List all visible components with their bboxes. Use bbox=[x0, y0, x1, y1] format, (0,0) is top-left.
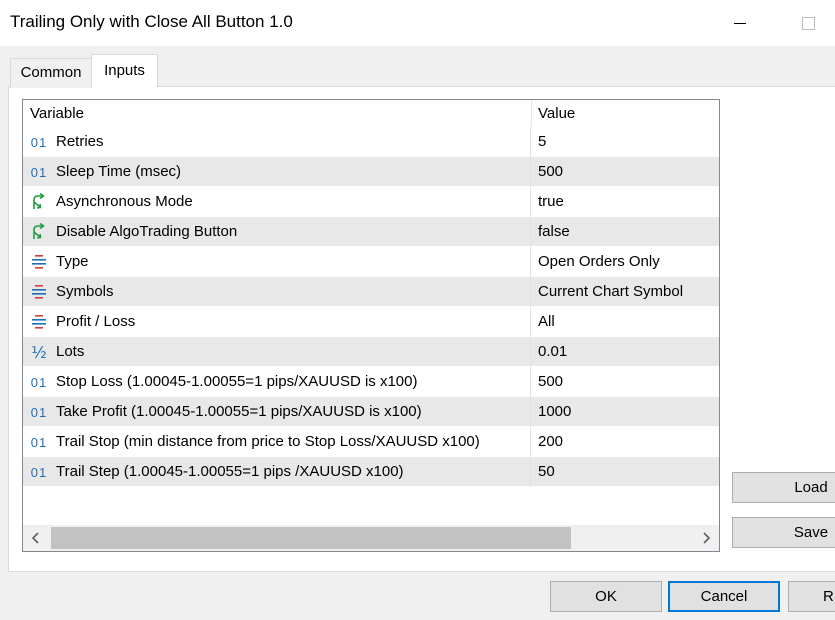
variable-label: Profit / Loss bbox=[56, 313, 136, 330]
variable-cell: 01 Take Profit (1.00045-1.00055=1 pips/XA… bbox=[23, 397, 531, 427]
int-icon: 01 bbox=[30, 404, 48, 420]
variable-cell: Profit / Loss bbox=[23, 307, 531, 337]
title-bar: Trailing Only with Close All Button 1.0 bbox=[0, 0, 835, 46]
table-row[interactable]: 01 Take Profit (1.00045-1.00055=1 pips/XA… bbox=[23, 397, 719, 427]
scroll-left-icon[interactable] bbox=[23, 525, 49, 551]
int-icon: 01 bbox=[30, 464, 48, 480]
bool-icon bbox=[30, 223, 48, 241]
variable-cell: 01 Retries bbox=[23, 127, 531, 157]
cancel-button[interactable]: Cancel bbox=[668, 581, 780, 612]
variable-label: Lots bbox=[56, 343, 85, 360]
variable-label: Asynchronous Mode bbox=[56, 193, 193, 210]
enum-icon bbox=[30, 283, 48, 301]
variable-label: Symbols bbox=[56, 283, 114, 300]
column-header-value[interactable]: Value bbox=[538, 100, 575, 128]
variable-cell: ½ Lots bbox=[23, 337, 531, 367]
value-cell[interactable]: 50 bbox=[538, 457, 555, 487]
bool-icon bbox=[30, 193, 48, 211]
variable-cell: Asynchronous Mode bbox=[23, 187, 531, 217]
variable-cell: Disable AlgoTrading Button bbox=[23, 217, 531, 247]
int-icon: 01 bbox=[30, 434, 48, 450]
reset-button[interactable]: R bbox=[788, 581, 835, 612]
minimize-button[interactable] bbox=[718, 6, 762, 40]
table-row[interactable]: ½ Lots 0.01 bbox=[23, 337, 719, 367]
double-icon: ½ bbox=[31, 342, 47, 362]
maximize-button[interactable] bbox=[786, 6, 830, 40]
enum-icon bbox=[30, 313, 48, 331]
ok-button[interactable]: OK bbox=[550, 581, 662, 612]
maximize-icon bbox=[801, 16, 815, 30]
tab-inputs[interactable]: Inputs bbox=[91, 54, 158, 87]
save-button[interactable]: Save bbox=[732, 517, 835, 548]
value-cell[interactable]: All bbox=[538, 307, 555, 337]
table-row[interactable]: 01 Sleep Time (msec) 500 bbox=[23, 157, 719, 187]
value-cell[interactable]: true bbox=[538, 187, 564, 217]
value-cell[interactable]: 5 bbox=[538, 127, 546, 157]
grid-rows: 01 Retries 5 01 Sleep Time (msec) 500 Asynchro… bbox=[23, 127, 719, 487]
value-cell[interactable]: 200 bbox=[538, 427, 563, 457]
enum-icon bbox=[30, 253, 48, 271]
table-row[interactable]: Symbols Current Chart Symbol bbox=[23, 277, 719, 307]
table-row[interactable]: Type Open Orders Only bbox=[23, 247, 719, 277]
value-cell[interactable]: 500 bbox=[538, 157, 563, 187]
variable-label: Trail Stop (min distance from price to S… bbox=[56, 433, 480, 450]
table-row[interactable]: Disable AlgoTrading Button false bbox=[23, 217, 719, 247]
value-cell[interactable]: Current Chart Symbol bbox=[538, 277, 683, 307]
value-cell[interactable]: false bbox=[538, 217, 570, 247]
variable-cell: Symbols bbox=[23, 277, 531, 307]
column-header-variable[interactable]: Variable bbox=[30, 100, 84, 128]
table-row[interactable]: 01 Stop Loss (1.00045-1.00055=1 pips/XAUU… bbox=[23, 367, 719, 397]
variable-cell: 01 Trail Stop (min distance from price to… bbox=[23, 427, 531, 457]
grid-header: Variable Value bbox=[23, 100, 719, 128]
int-icon: 01 bbox=[30, 374, 48, 390]
table-row[interactable]: 01 Trail Step (1.00045-1.00055=1 pips /XA… bbox=[23, 457, 719, 487]
scroll-right-icon[interactable] bbox=[693, 525, 719, 551]
minimize-icon bbox=[734, 22, 746, 24]
window-title: Trailing Only with Close All Button 1.0 bbox=[10, 12, 293, 31]
column-divider[interactable] bbox=[531, 100, 532, 128]
value-cell[interactable]: Open Orders Only bbox=[538, 247, 660, 277]
load-button[interactable]: Load bbox=[732, 472, 835, 503]
variable-cell: 01 Stop Loss (1.00045-1.00055=1 pips/XAUU… bbox=[23, 367, 531, 397]
variable-label: Sleep Time (msec) bbox=[56, 163, 182, 180]
table-row[interactable]: Profit / Loss All bbox=[23, 307, 719, 337]
dialog-window: Trailing Only with Close All Button 1.0 … bbox=[0, 0, 835, 620]
int-icon: 01 bbox=[30, 134, 48, 150]
tab-common[interactable]: Common bbox=[10, 58, 92, 88]
value-cell[interactable]: 1000 bbox=[538, 397, 571, 427]
variable-label: Disable AlgoTrading Button bbox=[56, 223, 238, 240]
horizontal-scrollbar[interactable] bbox=[23, 525, 719, 551]
value-cell[interactable]: 0.01 bbox=[538, 337, 567, 367]
table-row[interactable]: 01 Trail Stop (min distance from price to… bbox=[23, 427, 719, 457]
variable-label: Take Profit (1.00045-1.00055=1 pips/XAUU… bbox=[56, 403, 422, 420]
variable-cell: 01 Sleep Time (msec) bbox=[23, 157, 531, 187]
variable-label: Trail Step (1.00045-1.00055=1 pips /XAUU… bbox=[56, 463, 404, 480]
scrollbar-thumb[interactable] bbox=[51, 527, 571, 549]
table-row[interactable]: Asynchronous Mode true bbox=[23, 187, 719, 217]
inputs-grid: Variable Value 01 Retries 5 01 Sleep Time (m… bbox=[22, 99, 720, 552]
variable-label: Stop Loss (1.00045-1.00055=1 pips/XAUUSD… bbox=[56, 373, 418, 390]
int-icon: 01 bbox=[30, 164, 48, 180]
variable-label: Retries bbox=[56, 133, 104, 150]
variable-cell: Type bbox=[23, 247, 531, 277]
table-row[interactable]: 01 Retries 5 bbox=[23, 127, 719, 157]
value-cell[interactable]: 500 bbox=[538, 367, 563, 397]
variable-label: Type bbox=[56, 253, 89, 270]
variable-cell: 01 Trail Step (1.00045-1.00055=1 pips /XA… bbox=[23, 457, 531, 487]
